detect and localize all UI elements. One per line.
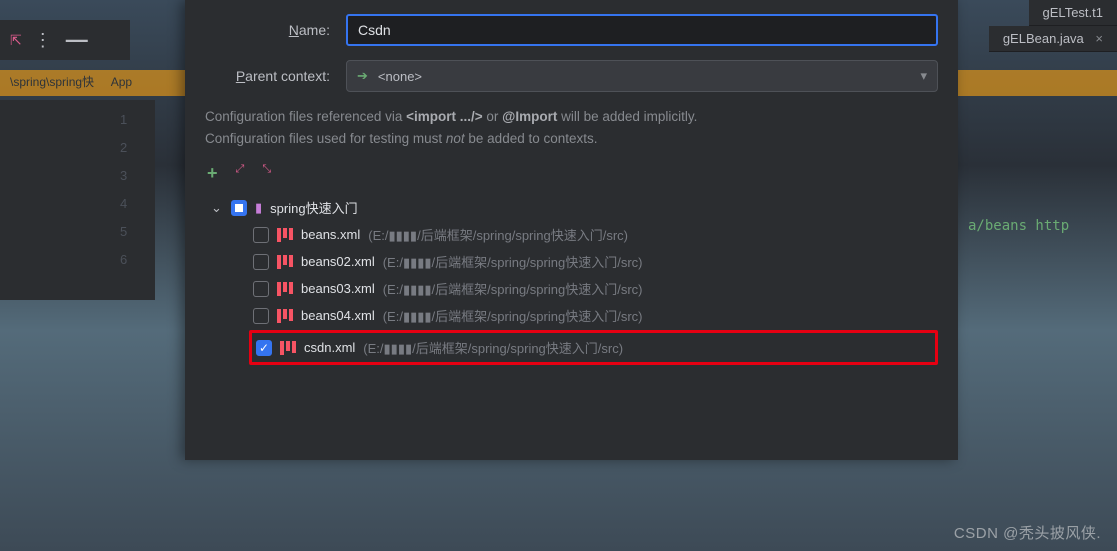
editor-tab-2[interactable]: gELBean.java × <box>989 26 1117 52</box>
file-name: beans04.xml <box>301 308 375 323</box>
file-name: beans.xml <box>301 227 360 242</box>
checkbox[interactable] <box>253 281 269 297</box>
tab-label: gELTest.t1 <box>1043 5 1103 20</box>
xml-config-icon <box>277 255 293 269</box>
close-icon[interactable]: × <box>1095 31 1103 46</box>
tree-file[interactable]: beans03.xml (E:/▮▮▮▮/后端框架/spring/spring快… <box>205 275 938 302</box>
code-fragment: a/beans http <box>968 218 1069 234</box>
context-config-dialog: Name: Parent context: ➔ <none> ▾ Configu… <box>185 0 958 460</box>
highlight-annotation: ✓ csdn.xml (E:/▮▮▮▮/后端框架/spring/spring快速… <box>249 330 938 365</box>
breadcrumb-path: \spring\spring快 <box>10 75 94 89</box>
watermark: CSDN @秃头披风侠. <box>954 522 1101 543</box>
tree-file[interactable]: beans02.xml (E:/▮▮▮▮/后端框架/spring/spring快… <box>205 248 938 275</box>
file-path: (E:/▮▮▮▮/后端框架/spring/spring快速入门/src) <box>383 252 643 271</box>
xml-config-icon <box>277 309 293 323</box>
parent-value: <none> <box>378 69 422 84</box>
tree-root[interactable]: ⌄ ▮ spring快速入门 <box>205 194 938 221</box>
tree-file[interactable]: beans04.xml (E:/▮▮▮▮/后端框架/spring/spring快… <box>205 302 938 329</box>
checkbox-partial[interactable] <box>231 200 247 216</box>
more-icon[interactable]: ⋮ <box>34 30 54 51</box>
hint-text: Configuration files referenced via <impo… <box>205 106 938 149</box>
breadcrumb-app: App <box>111 75 132 89</box>
file-path: (E:/▮▮▮▮/后端框架/spring/spring快速入门/src) <box>383 279 643 298</box>
line-number: 3 <box>120 168 127 183</box>
line-number: 5 <box>120 224 127 239</box>
chevron-down-icon[interactable]: ⌄ <box>211 200 223 216</box>
file-path: (E:/▮▮▮▮/后端框架/spring/spring快速入门/src) <box>383 306 643 325</box>
line-number: 1 <box>120 112 127 127</box>
tab-label: gELBean.java <box>1003 31 1084 46</box>
editor-tab-1[interactable]: gELTest.t1 <box>1029 0 1117 26</box>
file-tree: ⌄ ▮ spring快速入门 beans.xml (E:/▮▮▮▮/后端框架/s… <box>205 194 938 365</box>
file-name: beans02.xml <box>301 254 375 269</box>
file-name: csdn.xml <box>304 340 355 355</box>
name-row: Name: <box>205 14 938 46</box>
window-toolbar: ⇱ ⋮ — <box>0 20 130 60</box>
xml-config-icon <box>280 341 296 355</box>
arrow-right-icon: ➔ <box>357 68 368 84</box>
minimize-icon[interactable]: — <box>66 27 88 53</box>
checkbox[interactable] <box>253 308 269 324</box>
parent-row: Parent context: ➔ <none> ▾ <box>205 60 938 92</box>
line-number: 4 <box>120 196 127 211</box>
folder-icon: ▮ <box>255 200 262 216</box>
collapse-icon[interactable]: ⇱ <box>10 32 22 49</box>
gutter <box>0 100 155 300</box>
expand-icon[interactable]: ⤢ <box>236 163 245 184</box>
add-icon[interactable]: + <box>207 163 218 184</box>
name-label: Name: <box>205 22 330 38</box>
line-number: 6 <box>120 252 127 267</box>
file-path: (E:/▮▮▮▮/后端框架/spring/spring快速入门/src) <box>363 338 623 357</box>
chevron-down-icon: ▾ <box>920 68 927 84</box>
xml-config-icon <box>277 228 293 242</box>
tree-file[interactable]: beans.xml (E:/▮▮▮▮/后端框架/spring/spring快速入… <box>205 221 938 248</box>
collapse-tree-icon[interactable]: ⤡ <box>262 163 271 184</box>
line-number: 2 <box>120 140 127 155</box>
xml-config-icon <box>277 282 293 296</box>
tree-toolbar: + ⤢ ⤡ <box>205 159 938 188</box>
file-name: beans03.xml <box>301 281 375 296</box>
checkbox[interactable] <box>253 254 269 270</box>
file-path: (E:/▮▮▮▮/后端框架/spring/spring快速入门/src) <box>368 225 628 244</box>
name-input[interactable] <box>346 14 938 46</box>
checkbox-checked[interactable]: ✓ <box>256 340 272 356</box>
parent-context-select[interactable]: ➔ <none> ▾ <box>346 60 938 92</box>
parent-label: Parent context: <box>205 68 330 84</box>
root-label: spring快速入门 <box>270 198 357 217</box>
checkbox[interactable] <box>253 227 269 243</box>
tree-file-selected[interactable]: ✓ csdn.xml (E:/▮▮▮▮/后端框架/spring/spring快速… <box>256 334 931 361</box>
